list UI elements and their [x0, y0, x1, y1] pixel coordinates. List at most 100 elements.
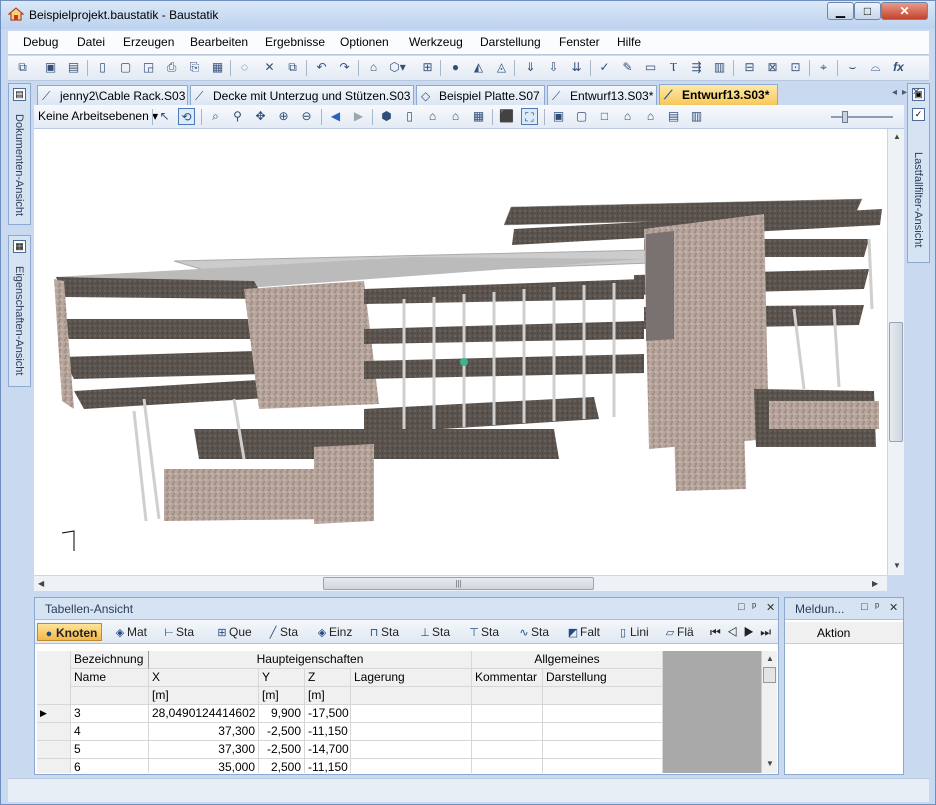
view-front-icon[interactable]: ▢	[573, 108, 590, 125]
doc-tab-entwurf13-active[interactable]: ⟋ Entwurf13.S03*	[659, 84, 778, 105]
view-section-icon[interactable]: ▤	[665, 108, 682, 125]
save-icon[interactable]: ▤	[65, 59, 82, 76]
cell-z[interactable]: -11,150	[305, 759, 351, 773]
tab-flae[interactable]: ▱ Flä	[663, 623, 694, 641]
view-side-icon[interactable]: □	[596, 108, 613, 125]
panel-pin-icon[interactable]: ᵖ	[875, 601, 879, 613]
col-header-lagerung[interactable]: Lagerung	[351, 669, 472, 687]
properties-view-tab[interactable]: ▦ Eigenschaften-Ansicht	[8, 235, 31, 387]
messages-column-header[interactable]: Aktion	[785, 622, 903, 644]
moment-icon[interactable]: ⌓	[867, 59, 884, 76]
undo-icon[interactable]: ↶	[313, 59, 330, 76]
col-header-darstellung[interactable]: Darstellung	[543, 669, 663, 687]
col-header-y[interactable]: Y	[259, 669, 305, 687]
render-icon[interactable]: ⬛	[498, 108, 515, 125]
cell-x[interactable]: 37,300	[149, 723, 259, 741]
cell-x[interactable]: 35,000	[149, 759, 259, 773]
cell-lagerung[interactable]	[351, 723, 472, 741]
doc-tab-decke[interactable]: ⟋ Decke mit Unterzug und Stützen.S03	[190, 85, 414, 105]
cell-z[interactable]: -17,500	[305, 705, 351, 723]
tab-mat[interactable]: ◈ Mat	[113, 623, 147, 641]
doc-tab-entwurf13[interactable]: ⟋ Entwurf13.S03*	[547, 85, 657, 105]
panel-close-icon[interactable]: ✕	[766, 601, 775, 614]
menu-hilfe[interactable]: Hilfe	[617, 35, 641, 49]
close-button[interactable]: ✕	[881, 2, 928, 20]
menu-darstellung[interactable]: Darstellung	[480, 35, 541, 49]
tab-navigation[interactable]: ⏮◁▶⏭	[710, 623, 777, 641]
mirror-icon[interactable]: ◭	[470, 59, 487, 76]
row-header[interactable]	[37, 723, 71, 741]
panel-float-icon[interactable]: □	[738, 601, 745, 613]
cell-y[interactable]: -2,500	[259, 741, 305, 759]
new-window-icon[interactable]: ⧉	[14, 59, 31, 76]
view-floor-icon[interactable]: ▥	[688, 108, 705, 125]
network-icon[interactable]: ⊞	[419, 59, 436, 76]
menu-fenster[interactable]: Fenster	[559, 35, 600, 49]
doc-tab-cable-rack[interactable]: ⟋ jenny2\Cable Rack.S03	[37, 85, 188, 105]
pdf-icon[interactable]: ⎘	[186, 59, 203, 76]
report-icon[interactable]: ⊡	[787, 59, 804, 76]
scroll-up-icon[interactable]: ▲	[893, 132, 901, 141]
cell-darstellung[interactable]	[543, 759, 663, 773]
scroll-left-icon[interactable]: ◀	[38, 579, 44, 588]
cell-name[interactable]: 5	[71, 741, 149, 759]
table-icon[interactable]: ▥	[711, 59, 728, 76]
deflection-icon[interactable]: ⌣	[844, 59, 861, 76]
panel-pin-icon[interactable]: ᵖ	[752, 601, 756, 613]
load-combination-icon[interactable]: ⇊	[568, 59, 585, 76]
measure-icon[interactable]: ◬	[493, 59, 510, 76]
table-scroll-thumb[interactable]	[763, 667, 776, 683]
cell-name[interactable]: 6	[71, 759, 149, 773]
export-icon[interactable]: ▦	[209, 59, 226, 76]
panel-float-icon[interactable]: □	[861, 601, 868, 613]
view-home-icon[interactable]: ⌂	[619, 108, 636, 125]
tab-sta-6[interactable]: ∿ Sta	[517, 623, 549, 641]
cell-y[interactable]: 2,500	[259, 759, 305, 773]
tab-lini[interactable]: ▯ Lini	[616, 623, 649, 641]
pan-icon[interactable]: ✥	[252, 108, 269, 125]
col-header-name[interactable]: Name	[71, 669, 149, 687]
view-top-icon[interactable]: ▣	[550, 108, 567, 125]
minimize-button[interactable]: ▁	[827, 2, 854, 20]
doc-tab-beispiel-platte[interactable]: ◇ Beispiel Platte.S07	[416, 85, 545, 105]
detail-slider-track[interactable]	[831, 116, 893, 118]
row-header[interactable]	[37, 759, 71, 773]
cell-y[interactable]: 9,900	[259, 705, 305, 723]
maximize-button[interactable]: □	[854, 2, 881, 20]
back-icon[interactable]: ◀	[327, 108, 344, 125]
rotate-view-icon[interactable]: ⟲	[178, 108, 195, 125]
open-icon[interactable]: ▣	[42, 59, 59, 76]
lasso-icon[interactable]: ◌	[236, 59, 253, 76]
calculate-icon[interactable]: ⊟	[741, 59, 758, 76]
vertical-scroll-thumb[interactable]	[889, 322, 903, 442]
row-indicator-icon[interactable]: ▶	[37, 705, 71, 723]
delete-icon[interactable]: ✕	[261, 59, 278, 76]
table-vertical-scrollbar[interactable]: ▲ ▼	[761, 651, 777, 773]
cell-lagerung[interactable]	[351, 741, 472, 759]
loadcase-filter-tab[interactable]: ▣ ✓ Lastfallfilter-Ansicht	[907, 83, 930, 263]
roof-view-icon[interactable]: ⌂	[447, 108, 464, 125]
cell-kommentar[interactable]	[472, 759, 543, 773]
prev-icon[interactable]: ◁	[727, 625, 744, 639]
menu-erzeugen[interactable]: Erzeugen	[123, 35, 174, 49]
monitor-icon[interactable]: ▭	[642, 59, 659, 76]
pointer-icon[interactable]: ↖	[156, 108, 173, 125]
viewport-vertical-scrollbar[interactable]: ▲ ▼	[887, 129, 904, 575]
cell-name[interactable]: 3	[71, 705, 149, 723]
cell-darstellung[interactable]	[543, 705, 663, 723]
scroll-up-icon[interactable]: ▲	[766, 654, 774, 663]
zoom-icon[interactable]: ⚲	[229, 108, 246, 125]
design-icon[interactable]: ⌖	[815, 59, 832, 76]
col-header-x[interactable]: X	[149, 669, 259, 687]
cell-x[interactable]: 37,300	[149, 741, 259, 759]
search-document-icon[interactable]: ◲	[140, 59, 157, 76]
print-preview-icon[interactable]: ▢	[117, 59, 134, 76]
sphere-icon[interactable]: ●	[447, 59, 464, 76]
documents-view-tab[interactable]: ▤ Dokumenten-Ansicht	[8, 83, 31, 225]
grid-icon[interactable]: ▦	[470, 108, 487, 125]
results-icon[interactable]: ⊠	[764, 59, 781, 76]
cell-lagerung[interactable]	[351, 759, 472, 773]
front-view-icon[interactable]: ▯	[401, 108, 418, 125]
zoom-window-icon[interactable]: ⌕	[207, 108, 224, 125]
menu-ergebnisse[interactable]: Ergebnisse	[265, 35, 325, 49]
